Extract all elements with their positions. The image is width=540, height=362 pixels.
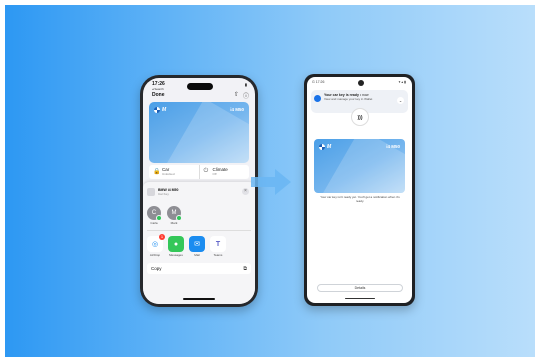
app-airdrop[interactable]: ◎ 1 AirDrop: [147, 234, 165, 257]
messages-icon: ●: [168, 236, 184, 252]
divider: [147, 230, 251, 231]
car-key-card[interactable]: M i4 M50: [149, 102, 249, 163]
notification-badge: 1: [159, 234, 165, 240]
person-contact[interactable]: C Carla: [147, 206, 162, 225]
car-model: i4 M50: [230, 107, 244, 112]
iphone-screen: 17:26 ▮ ◂ Search Done ⇧ ⓘ M i4 M50 🔒 Car…: [143, 78, 255, 304]
app-name: Mail: [194, 253, 200, 257]
dynamic-island: [187, 83, 213, 90]
airdrop-icon: ◎ 1: [147, 234, 165, 252]
share-subtitle: Car Key: [158, 192, 169, 196]
share-sheet-header: BMW i4 M50 Car Key ×: [147, 186, 251, 198]
camera-punch-hole: [358, 80, 364, 86]
share-sheet: BMW i4 M50 Car Key × C Carla M Mark ◎ 1 …: [143, 182, 255, 304]
person-name: Carla: [150, 221, 158, 225]
iphone-device: 17:26 ▮ ◂ Search Done ⇧ ⓘ M i4 M50 🔒 Car…: [140, 75, 258, 307]
app-mail[interactable]: ✉ Mail: [189, 236, 205, 257]
m-badge: M: [162, 107, 167, 113]
chevron-down-icon[interactable]: ⌄: [397, 97, 404, 104]
app-name: AirDrop: [149, 253, 161, 257]
car-key-card[interactable]: M i4 M50: [314, 139, 405, 193]
messages-badge-icon: [156, 215, 162, 221]
car-model: i4 M50: [386, 144, 400, 149]
back-to-search-link[interactable]: ◂ Search: [152, 87, 164, 91]
details-button[interactable]: Details: [317, 284, 403, 292]
share-apps-row: ◎ 1 AirDrop ● Messages ✉ Mail T Teams: [147, 234, 226, 257]
messages-badge-icon: [176, 215, 182, 221]
status-time: G 17:26: [312, 80, 325, 84]
avatar: M: [167, 206, 182, 221]
climate-status: Off: [212, 172, 217, 176]
car-lock-control[interactable]: 🔒 Car Unlocked: [149, 165, 199, 179]
background: 17:26 ▮ ◂ Search Done ⇧ ⓘ M i4 M50 🔒 Car…: [5, 5, 535, 357]
app-teams[interactable]: T Teams: [210, 236, 226, 257]
arrow-right-icon: [251, 169, 291, 195]
share-icon[interactable]: ⇧: [234, 91, 239, 98]
android-screen: G 17:26 ▾ ▴ ▮ Your car key is ready • no…: [307, 77, 412, 303]
app-name: Messages: [169, 253, 183, 257]
car-status: Unlocked: [162, 172, 175, 176]
power-icon: ⏻: [203, 168, 209, 174]
avatar: C: [147, 206, 162, 221]
nfc-icon: ))): [351, 108, 369, 126]
copy-icon: ⧉: [243, 265, 247, 272]
copy-action[interactable]: Copy ⧉: [147, 263, 251, 274]
app-messages[interactable]: ● Messages: [168, 236, 184, 257]
climate-control[interactable]: ⏻ Climate Off: [198, 165, 250, 179]
bmw-logo-icon: [154, 107, 160, 113]
person-contact[interactable]: M Mark: [167, 206, 182, 225]
mail-icon: ✉: [189, 236, 205, 252]
bmw-logo-icon: [319, 144, 325, 150]
gesture-bar: [345, 297, 375, 299]
car-icon: 🔒: [153, 169, 161, 175]
battery-icon: ▮: [244, 82, 247, 87]
car-controls-row: 🔒 Car Unlocked ⏻ Climate Off: [149, 165, 249, 179]
share-people-row: C Carla M Mark: [147, 206, 182, 225]
teams-icon: T: [210, 236, 226, 252]
status-icons: ▾ ▴ ▮: [398, 80, 406, 84]
info-icon[interactable]: ⓘ: [243, 91, 249, 100]
avatar-initial: C: [151, 210, 157, 216]
m-badge: M: [327, 144, 332, 150]
wallet-icon: [314, 95, 321, 102]
android-device: G 17:26 ▾ ▴ ▮ Your car key is ready • no…: [304, 74, 415, 306]
notification-body: View and manage your key in Wallet: [324, 97, 373, 101]
done-button[interactable]: Done: [152, 92, 165, 98]
copy-label: Copy: [151, 266, 162, 271]
home-indicator: [183, 298, 215, 300]
app-name: Teams: [213, 253, 223, 257]
key-thumbnail: [147, 188, 155, 196]
person-name: Mark: [170, 221, 178, 225]
close-icon[interactable]: ×: [242, 188, 249, 195]
key-status-message: Your car key isn't ready yet. You'll get…: [320, 195, 400, 203]
